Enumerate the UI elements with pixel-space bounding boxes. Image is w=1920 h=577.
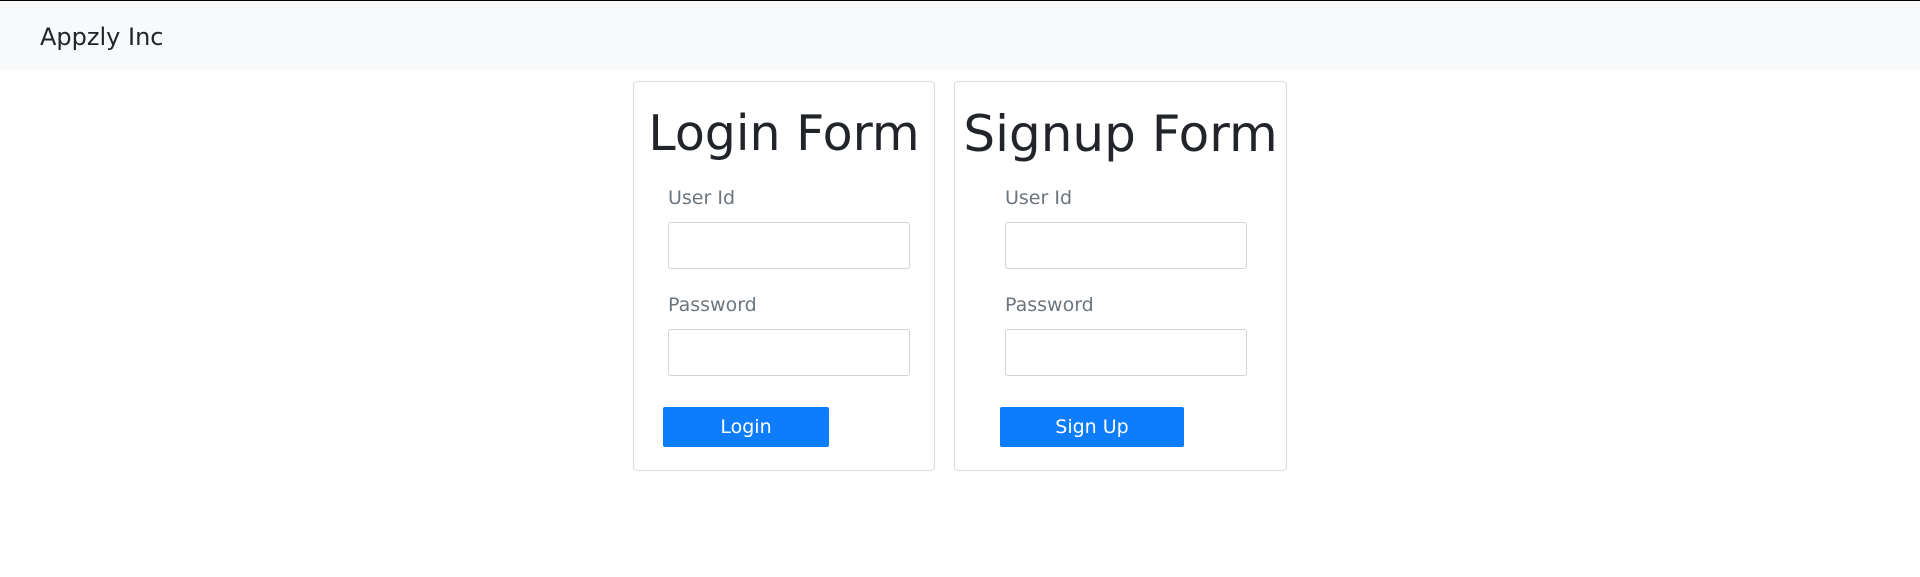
navbar: Appzly Inc: [0, 1, 1920, 70]
signup-password-label: Password: [1005, 294, 1094, 316]
login-user-id-label: User Id: [668, 187, 736, 209]
login-form-title: Login Form: [648, 105, 920, 162]
signup-form-title: Signup Form: [963, 105, 1278, 163]
login-password-label: Password: [668, 294, 757, 316]
login-button[interactable]: Login: [663, 407, 829, 447]
signup-form-card: Signup Form User Id Password Sign Up: [954, 81, 1287, 471]
login-form-card: Login Form User Id Password Login: [633, 81, 935, 471]
signup-password-input[interactable]: [1005, 329, 1247, 376]
login-password-input[interactable]: [668, 329, 910, 376]
login-user-id-input[interactable]: [668, 222, 910, 269]
brand-link[interactable]: Appzly Inc: [40, 21, 163, 53]
signup-button[interactable]: Sign Up: [1000, 407, 1184, 447]
signup-user-id-label: User Id: [1005, 187, 1073, 209]
signup-user-id-input[interactable]: [1005, 222, 1247, 269]
